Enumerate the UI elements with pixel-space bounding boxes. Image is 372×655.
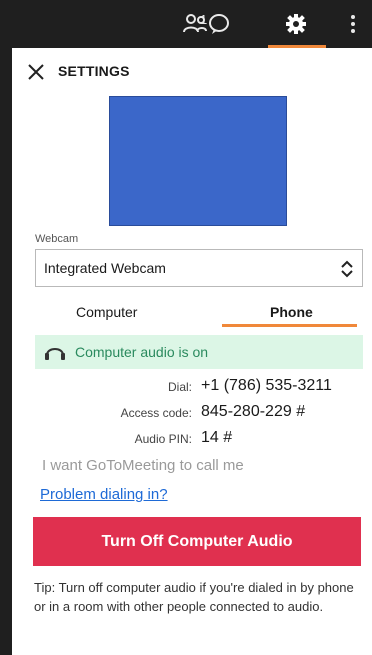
chat-button[interactable]: [201, 8, 237, 40]
dial-label: Dial:: [167, 380, 192, 394]
settings-icon: [286, 14, 306, 34]
dial-number: +1 (786) 535-3211: [201, 377, 332, 394]
tab-phone[interactable]: Phone: [270, 304, 313, 320]
chat-icon: [209, 14, 229, 34]
tab-computer[interactable]: Computer: [76, 304, 137, 320]
left-gutter: [0, 48, 12, 655]
close-icon: [28, 64, 44, 80]
audio-status-text: Computer audio is on: [75, 344, 209, 360]
app-window: 1 SETTINGS Webcam Integrated Webcam Comp…: [0, 0, 372, 655]
settings-button[interactable]: [280, 8, 312, 40]
webcam-preview: [109, 96, 287, 226]
more-options-button[interactable]: [345, 8, 361, 40]
close-button[interactable]: [24, 60, 48, 84]
settings-header: SETTINGS: [12, 48, 372, 96]
access-code-label: Access code:: [120, 406, 192, 420]
webcam-label: Webcam: [35, 233, 79, 245]
headset-icon: [43, 341, 67, 368]
tip-text: Tip: Turn off computer audio if you're d…: [34, 580, 354, 614]
webcam-select[interactable]: Integrated Webcam: [35, 249, 363, 287]
page-title: SETTINGS: [58, 63, 130, 79]
audio-pin-label: Audio PIN:: [134, 432, 192, 446]
call-me-option[interactable]: I want GoToMeeting to call me: [42, 457, 244, 474]
select-updown-icon: [340, 259, 354, 284]
access-code-value: 845-280-229 #: [201, 403, 306, 420]
more-icon: [351, 15, 355, 33]
active-tab-indicator: [222, 324, 357, 327]
audio-pin-value: 14 #: [201, 429, 233, 446]
top-toolbar: 1: [0, 0, 372, 48]
audio-status-banner: Computer audio is on: [35, 335, 363, 369]
settings-panel: SETTINGS Webcam Integrated Webcam Comput…: [12, 48, 372, 655]
problem-dialing-link[interactable]: Problem dialing in?: [40, 486, 168, 503]
webcam-selected-value: Integrated Webcam: [44, 260, 166, 276]
turn-off-computer-audio-button[interactable]: Turn Off Computer Audio: [33, 517, 361, 566]
